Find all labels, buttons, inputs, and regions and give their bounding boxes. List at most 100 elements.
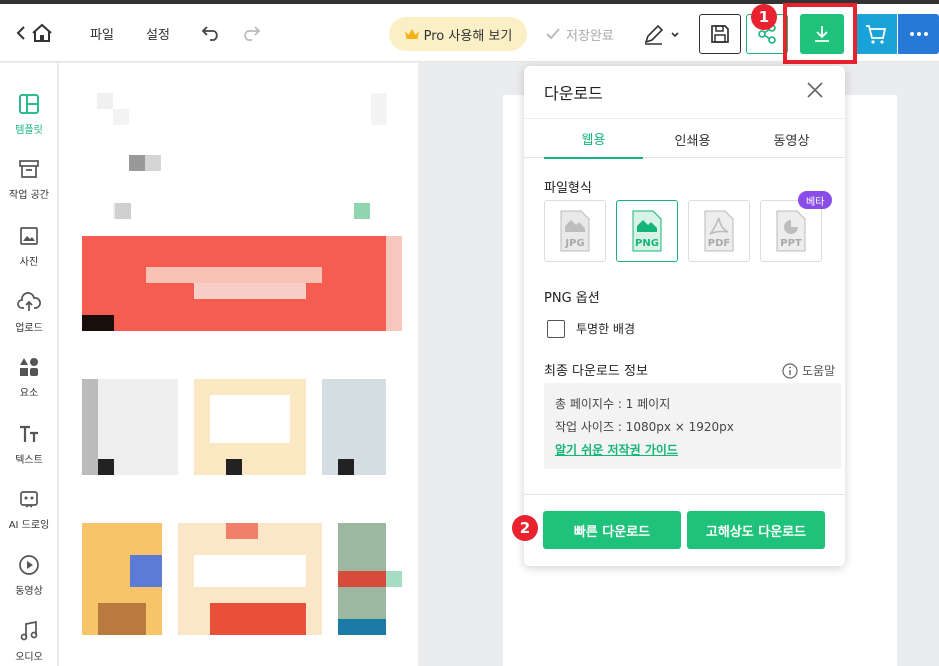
popup-title: 다운로드 (544, 84, 603, 103)
template-thumbnail-blue[interactable] (322, 379, 386, 475)
sidebar-item-label: 동영상 (15, 586, 43, 597)
format-pdf-text: PDF (708, 238, 730, 249)
copyright-guide-link[interactable]: 알기 쉬운 저작권 가이드 (555, 441, 678, 458)
more-button[interactable] (898, 14, 939, 54)
sidebar-item-label: 작업 공간 (9, 190, 49, 201)
help-label: 도움말 (802, 364, 836, 378)
more-dots-icon (909, 32, 928, 36)
blurred-pixel (146, 267, 322, 283)
blurred-pixel (82, 315, 114, 331)
menu-settings[interactable]: 설정 (146, 22, 170, 44)
back-home-icon (16, 23, 52, 42)
sidebar-item-label: 업로드 (15, 323, 43, 334)
sidebar-item-audio[interactable]: 오디오 (0, 620, 58, 663)
sidebar-item-templates[interactable]: 템플릿 (0, 93, 58, 136)
png-file-icon: PNG (632, 210, 662, 252)
png-options-label: PNG 옵션 (544, 291, 600, 306)
sidebar-item-photos[interactable]: 사진 (0, 225, 58, 268)
undo-button[interactable] (198, 20, 224, 46)
blurred-pixel (145, 155, 161, 171)
blurred-pixel (386, 571, 402, 587)
shapes-icon (20, 358, 38, 376)
close-button[interactable] (804, 79, 826, 101)
blurred-pixel (226, 523, 258, 539)
blurred-pixel (129, 155, 145, 171)
sidebar-item-label: 사진 (19, 257, 39, 268)
template-icon (19, 94, 39, 114)
image-icon (20, 227, 38, 245)
jpg-file-icon: JPG (560, 210, 590, 252)
undo-icon (201, 26, 218, 41)
blurred-pixel (130, 555, 162, 587)
format-png-option[interactable]: PNG (616, 200, 678, 262)
format-ppt-text: PPT (780, 238, 802, 249)
blurred-pixel (113, 109, 129, 125)
transparent-bg-label: 투명한 배경 (576, 322, 636, 336)
final-info-label: 최종 다운로드 정보 (544, 364, 648, 379)
back-home-button[interactable] (14, 20, 58, 46)
blurred-pixel (226, 459, 242, 475)
format-pdf-option[interactable]: PDF (688, 200, 750, 262)
blurred-pixel (97, 93, 113, 109)
cart-icon (866, 25, 887, 44)
crown-icon (404, 29, 419, 39)
download-tabs: 웹용 인쇄용 동영상 (524, 118, 845, 159)
format-png-text: PNG (635, 238, 659, 249)
pdf-file-icon: PDF (704, 210, 734, 252)
step-badge-1: 1 (751, 4, 777, 30)
tab-video[interactable]: 동영상 (742, 119, 841, 159)
sidebar-item-video[interactable]: 동영상 (0, 554, 58, 597)
transparent-bg-checkbox[interactable] (547, 320, 565, 338)
blurred-pixel (354, 203, 370, 219)
blurred-pixel (98, 603, 146, 635)
sidebar-item-text[interactable]: 텍스트 (0, 423, 58, 466)
pro-trial-label: Pro 사용해 보기 (423, 28, 513, 44)
pen-icon (644, 24, 679, 45)
save-status: 저장완료 (545, 17, 614, 51)
music-icon (20, 620, 38, 641)
sidebar-item-label: 오디오 (15, 652, 43, 663)
edit-mode-dropdown[interactable] (640, 22, 684, 48)
left-sidebar: 템플릿 작업 공간 사진 업로드 요소 텍스트 AI 드로잉 동영상 오디오 (0, 63, 58, 666)
sidebar-item-upload[interactable]: 업로드 (0, 291, 58, 334)
save-button[interactable] (699, 14, 741, 54)
format-ppt-option[interactable]: PPT (760, 200, 822, 262)
check-icon (546, 28, 560, 40)
sidebar-item-label: 텍스트 (15, 455, 43, 466)
tab-print[interactable]: 인쇄용 (643, 119, 742, 159)
quick-download-button[interactable]: 빠른 다운로드 (543, 511, 681, 549)
template-panel (59, 63, 418, 666)
close-icon (807, 82, 823, 98)
ppt-file-icon: PPT (776, 210, 806, 252)
redo-button[interactable] (238, 20, 264, 46)
blurred-pixel (210, 603, 306, 635)
format-jpg-option[interactable]: JPG (544, 200, 606, 262)
floppy-disk-icon (711, 25, 729, 43)
hd-download-button[interactable]: 고해상도 다운로드 (687, 511, 825, 549)
blurred-pixel (194, 283, 306, 299)
blurred-pixel (98, 459, 114, 475)
info-icon (782, 362, 798, 379)
tab-web[interactable]: 웹용 (544, 119, 643, 159)
sidebar-item-elements[interactable]: 요소 (0, 356, 58, 399)
help-link[interactable]: 도움말 (782, 362, 835, 379)
blurred-pixel (371, 93, 387, 125)
sidebar-item-workspace[interactable]: 작업 공간 (0, 158, 58, 201)
pro-trial-button[interactable]: Pro 사용해 보기 (389, 17, 527, 51)
work-size-text: 작업 사이즈 : 1080px × 1920px (555, 420, 734, 434)
archive-icon (19, 160, 39, 178)
sidebar-item-ai-drawing[interactable]: AI 드로잉 (0, 488, 58, 531)
blurred-pixel (194, 555, 306, 587)
redo-icon (244, 26, 261, 41)
menu-file[interactable]: 파일 (90, 22, 114, 44)
cart-button[interactable] (855, 14, 897, 54)
file-format-label: 파일형식 (544, 181, 592, 196)
download-info-box: 총 페이지수 : 1 페이지 작업 사이즈 : 1080px × 1920px … (544, 383, 841, 469)
cloud-upload-icon (17, 292, 41, 311)
total-pages-text: 총 페이지수 : 1 페이지 (555, 397, 671, 411)
step-badge-2: 2 (512, 515, 538, 541)
format-jpg-text: JPG (564, 238, 584, 249)
text-icon (20, 425, 38, 442)
play-icon (19, 555, 39, 575)
blurred-pixel (115, 203, 131, 219)
